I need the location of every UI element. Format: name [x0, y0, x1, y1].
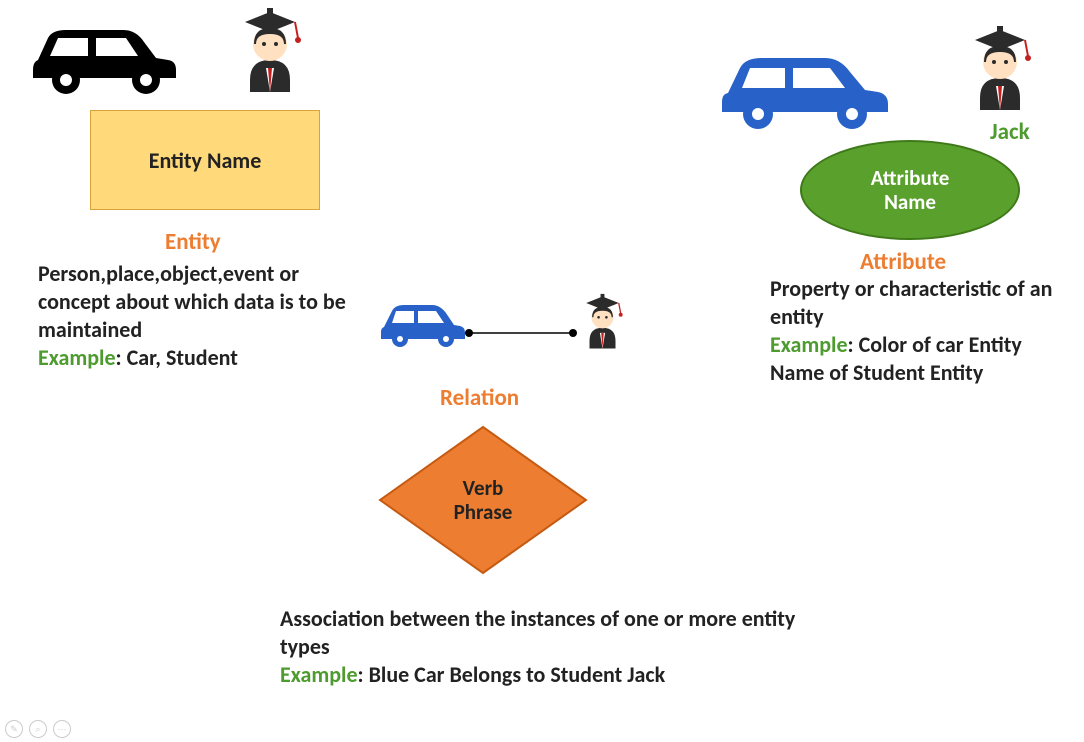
student-icon [220, 2, 320, 107]
car-black-icon [18, 8, 188, 103]
relation-description: Association between the instances of one… [280, 605, 800, 689]
mini-toolbar: ✎ ⌕ ⋯ [5, 720, 71, 738]
entity-box-label: Entity Name [149, 147, 262, 174]
relation-example-text: : Blue Car Belongs to Student Jack [358, 661, 666, 688]
car-blue-icon [700, 38, 900, 138]
student-small-icon [570, 290, 635, 360]
diamond-label: VerbPhrase [454, 476, 513, 524]
relation-diamond: VerbPhrase [378, 425, 588, 575]
relation-desc-text: Association between the instances of one… [280, 605, 795, 660]
attribute-description: Property or characteristic of an entity … [770, 275, 1070, 388]
car-blue-small-icon [370, 295, 470, 355]
relation-line [465, 324, 585, 343]
entity-example-kw: Example [38, 344, 116, 371]
attribute-section-label: Attribute [860, 248, 946, 276]
jack-label: Jack [990, 118, 1030, 146]
attribute-ellipse-label: AttributeName [871, 166, 950, 214]
entity-example-text: : Car, Student [116, 344, 238, 371]
mini-pen-icon[interactable]: ✎ [5, 720, 23, 738]
relation-section-label: Relation [440, 384, 519, 412]
attribute-desc-text: Property or characteristic of an entity [770, 275, 1052, 330]
entity-section-label: Entity [165, 228, 221, 256]
mini-zoom-icon[interactable]: ⌕ [29, 720, 47, 738]
student-icon [950, 20, 1050, 125]
entity-name-box: Entity Name [90, 110, 320, 210]
attribute-example-kw: Example [770, 331, 848, 358]
mini-more-icon[interactable]: ⋯ [53, 720, 71, 738]
relation-example-kw: Example [280, 661, 358, 688]
entity-description: Person,place,object,event or concept abo… [38, 260, 348, 373]
attribute-name-ellipse: AttributeName [800, 140, 1020, 240]
entity-desc-text: Person,place,object,event or concept abo… [38, 260, 346, 343]
